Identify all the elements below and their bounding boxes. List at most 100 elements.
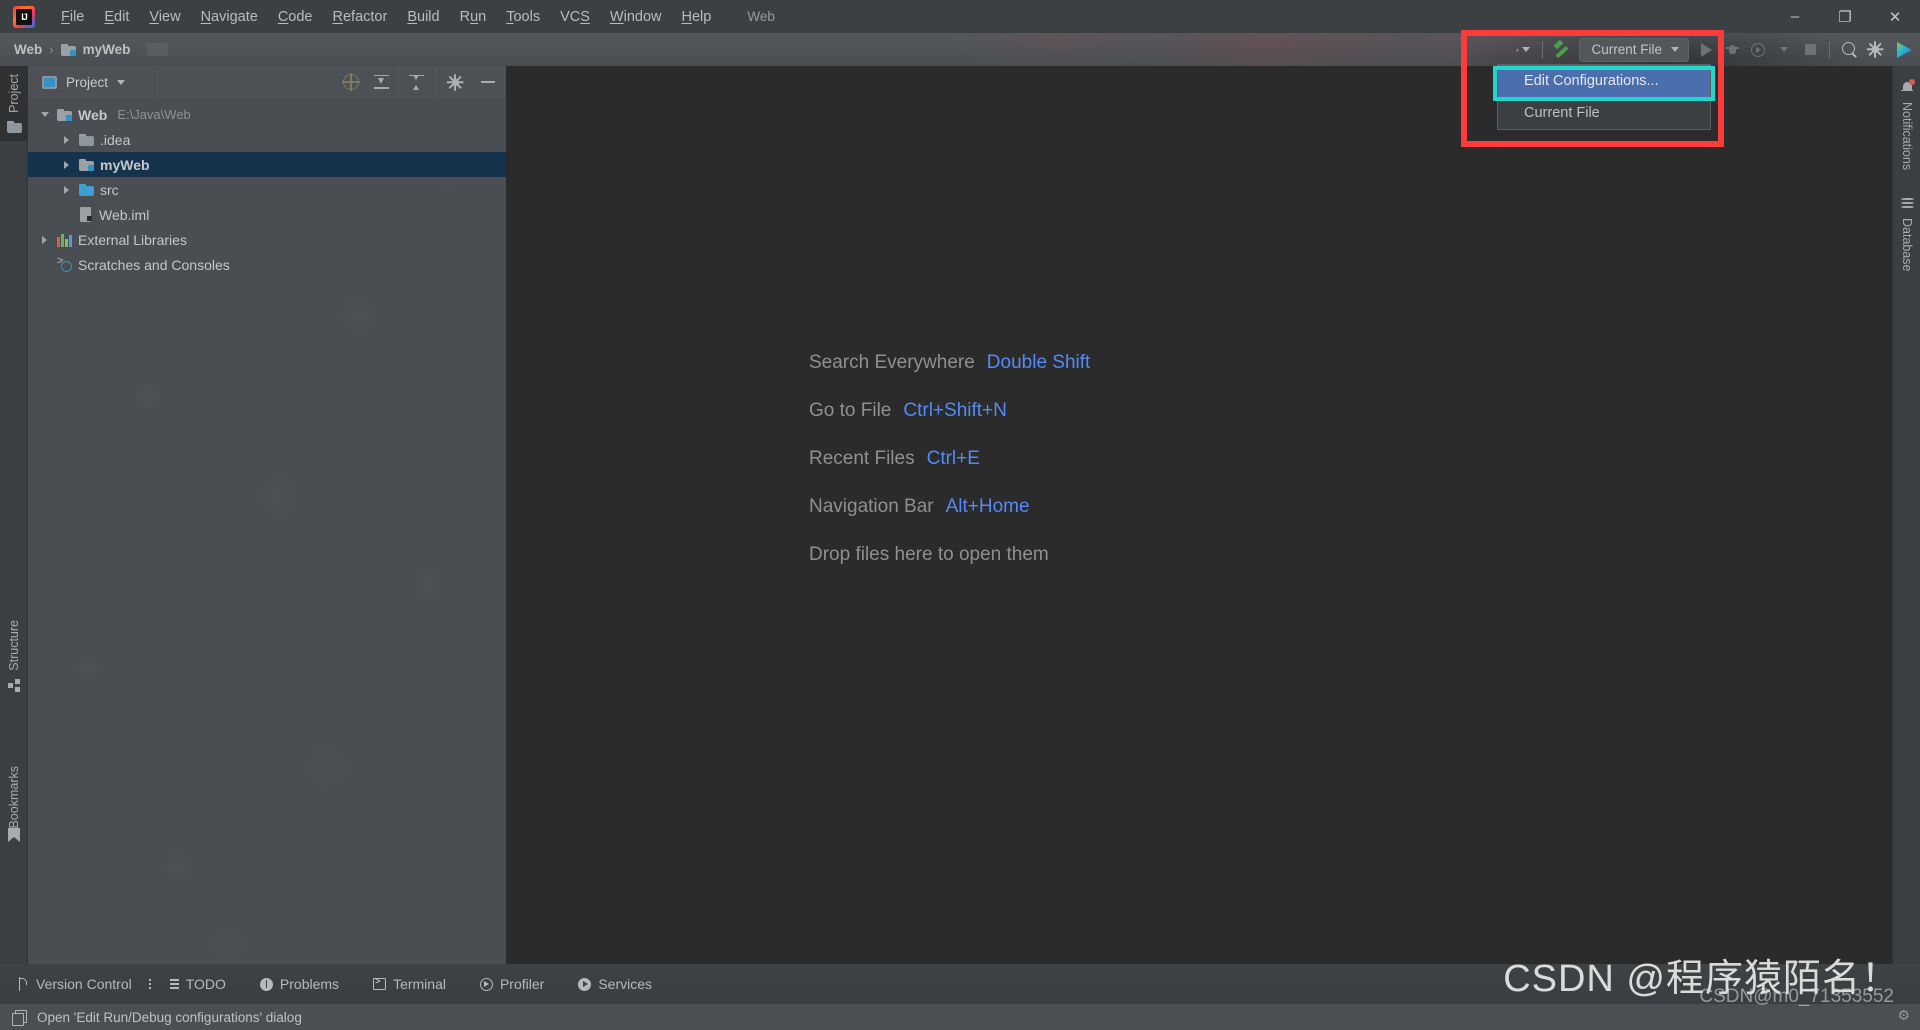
- hint-shortcut: Ctrl+Shift+N: [903, 400, 1007, 421]
- chevron-down-icon: [117, 79, 126, 85]
- sidebar-item-project[interactable]: Project: [0, 66, 28, 141]
- sidebar-item-structure-label: Structure: [7, 620, 21, 671]
- menu-edit[interactable]: Edit: [94, 5, 139, 29]
- tree-node-web[interactable]: Web E:\Java\Web: [28, 102, 506, 127]
- menu-view[interactable]: View: [139, 5, 190, 29]
- hint-label: Search Everywhere: [809, 352, 975, 373]
- window-controls: – ❐ ✕: [1770, 0, 1920, 33]
- coverage-dropdown-icon[interactable]: [1771, 38, 1797, 62]
- tree-node-src[interactable]: src: [28, 177, 506, 202]
- tree-node-web-iml[interactable]: Web.iml: [28, 202, 506, 227]
- menu-tools[interactable]: Tools: [496, 5, 550, 29]
- menu-refactor[interactable]: Refactor: [323, 5, 398, 29]
- left-tool-stripe: Project Structure Bookmarks: [0, 66, 28, 964]
- menu-vcs[interactable]: VCS: [550, 5, 600, 29]
- terminal-icon: [373, 976, 387, 990]
- hint-go-to-file: Go to File Ctrl+Shift+N: [809, 400, 1090, 422]
- tool-window-bar: Version Control TODO Problems Terminal P…: [0, 964, 1920, 1004]
- tool-window-services[interactable]: Services: [561, 964, 669, 1004]
- settings-gear-icon[interactable]: [1862, 38, 1888, 62]
- menu-navigate[interactable]: Navigate: [191, 5, 268, 29]
- minimize-button[interactable]: –: [1770, 0, 1820, 33]
- iml-file-icon: [79, 207, 93, 222]
- run-configuration-selector[interactable]: Current File: [1579, 37, 1689, 62]
- tool-window-terminal[interactable]: Terminal: [356, 964, 463, 1004]
- chevron-right-icon[interactable]: [60, 186, 73, 194]
- chevron-right-icon[interactable]: [60, 136, 73, 144]
- notifications-bell-icon: [1901, 79, 1915, 94]
- menu-file[interactable]: FFileile: [51, 5, 94, 29]
- menu-bar: FFileile Edit View Navigate Code Refacto…: [0, 0, 1920, 33]
- profiler-icon: [479, 977, 493, 991]
- build-hammer-icon[interactable]: [1549, 38, 1575, 62]
- stop-icon[interactable]: [1797, 38, 1823, 62]
- debug-icon[interactable]: [1719, 38, 1745, 62]
- tree-node-path: E:\Java\Web: [117, 107, 191, 122]
- menu-code[interactable]: Code: [268, 5, 323, 29]
- hide-panel-icon[interactable]: [470, 66, 506, 98]
- chevron-down-icon[interactable]: [38, 112, 51, 117]
- bookmarks-icon: [8, 827, 20, 842]
- collapse-all-icon[interactable]: [401, 66, 431, 98]
- menu-window[interactable]: Window: [600, 5, 672, 29]
- sidebar-item-project-label: Project: [7, 74, 21, 113]
- menu-run[interactable]: Run: [450, 5, 497, 29]
- menu-item-edit-configurations[interactable]: Edit Configurations...: [1498, 65, 1710, 97]
- tree-node-idea[interactable]: .idea: [28, 127, 506, 152]
- tool-window-todo[interactable]: TODO: [149, 964, 243, 1004]
- editor-empty-area[interactable]: Search Everywhere Double Shift Go to Fil…: [506, 66, 1902, 964]
- dialog-hint-icon: [12, 1010, 27, 1026]
- project-panel-title-group[interactable]: Project: [28, 75, 126, 90]
- search-everywhere-icon[interactable]: [1836, 38, 1862, 62]
- breadcrumb-separator: ›: [49, 42, 54, 57]
- menu-build[interactable]: Build: [397, 5, 449, 29]
- right-tool-stripe: Notifications Database: [1892, 66, 1920, 964]
- breadcrumb-current[interactable]: myWeb: [83, 42, 131, 57]
- project-folder-icon: [6, 120, 22, 133]
- run-configuration-dropdown: Edit Configurations... Current File: [1497, 64, 1711, 130]
- run-with-coverage-icon[interactable]: [1745, 38, 1771, 62]
- hint-drop-files: Drop files here to open them: [809, 544, 1049, 565]
- todo-icon: [166, 978, 179, 990]
- run-icon[interactable]: [1693, 38, 1719, 62]
- tree-node-scratches-consoles[interactable]: Scratches and Consoles: [28, 252, 506, 277]
- close-button[interactable]: ✕: [1870, 0, 1920, 33]
- ide-updates-icon[interactable]: [1888, 38, 1920, 62]
- editor-hints: Search Everywhere Double Shift Go to Fil…: [809, 352, 1090, 566]
- run-configuration-label: Current File: [1591, 42, 1662, 57]
- tool-window-profiler[interactable]: Profiler: [463, 964, 561, 1004]
- tree-node-myweb[interactable]: myWeb: [28, 152, 506, 177]
- hint-search-everywhere: Search Everywhere Double Shift: [809, 352, 1090, 374]
- menu-item-current-file[interactable]: Current File: [1498, 97, 1710, 129]
- scratches-icon: [57, 255, 72, 272]
- sidebar-item-structure[interactable]: Structure: [0, 612, 28, 700]
- header-divider-1: [157, 66, 159, 98]
- options-gear-icon[interactable]: [440, 66, 470, 98]
- sidebar-item-database[interactable]: Database: [1893, 188, 1920, 280]
- structure-icon: [7, 678, 21, 692]
- status-bar: Open 'Edit Run/Debug configurations' dia…: [0, 1004, 1920, 1030]
- tool-window-problems[interactable]: Problems: [243, 964, 356, 1004]
- restore-button[interactable]: ❐: [1820, 0, 1870, 33]
- window-title: Web: [747, 9, 775, 24]
- chevron-right-icon[interactable]: [60, 161, 73, 169]
- chevron-right-icon[interactable]: [38, 236, 51, 244]
- hint-shortcut: Alt+Home: [945, 496, 1030, 517]
- select-opened-file-icon[interactable]: [336, 66, 366, 98]
- menu-help[interactable]: Help: [671, 5, 721, 29]
- sidebar-item-notifications-label: Notifications: [1900, 102, 1914, 171]
- tree-node-external-libraries[interactable]: External Libraries: [28, 227, 506, 252]
- sidebar-item-bookmarks[interactable]: Bookmarks: [0, 758, 28, 850]
- user-account-icon[interactable]: [1510, 38, 1536, 62]
- database-icon: [1900, 196, 1914, 210]
- header-divider-2: [398, 66, 399, 98]
- tool-window-version-control[interactable]: Version Control: [0, 964, 149, 1004]
- expand-all-icon[interactable]: [366, 66, 396, 98]
- main-toolbar-actions: Current File: [1510, 33, 1920, 66]
- module-folder-icon: [57, 108, 72, 121]
- tool-window-label: Profiler: [499, 976, 545, 992]
- project-panel-header: Project: [28, 66, 506, 98]
- sidebar-item-notifications[interactable]: Notifications: [1893, 72, 1920, 178]
- problems-icon: [259, 977, 273, 991]
- breadcrumb-root[interactable]: Web: [14, 42, 42, 57]
